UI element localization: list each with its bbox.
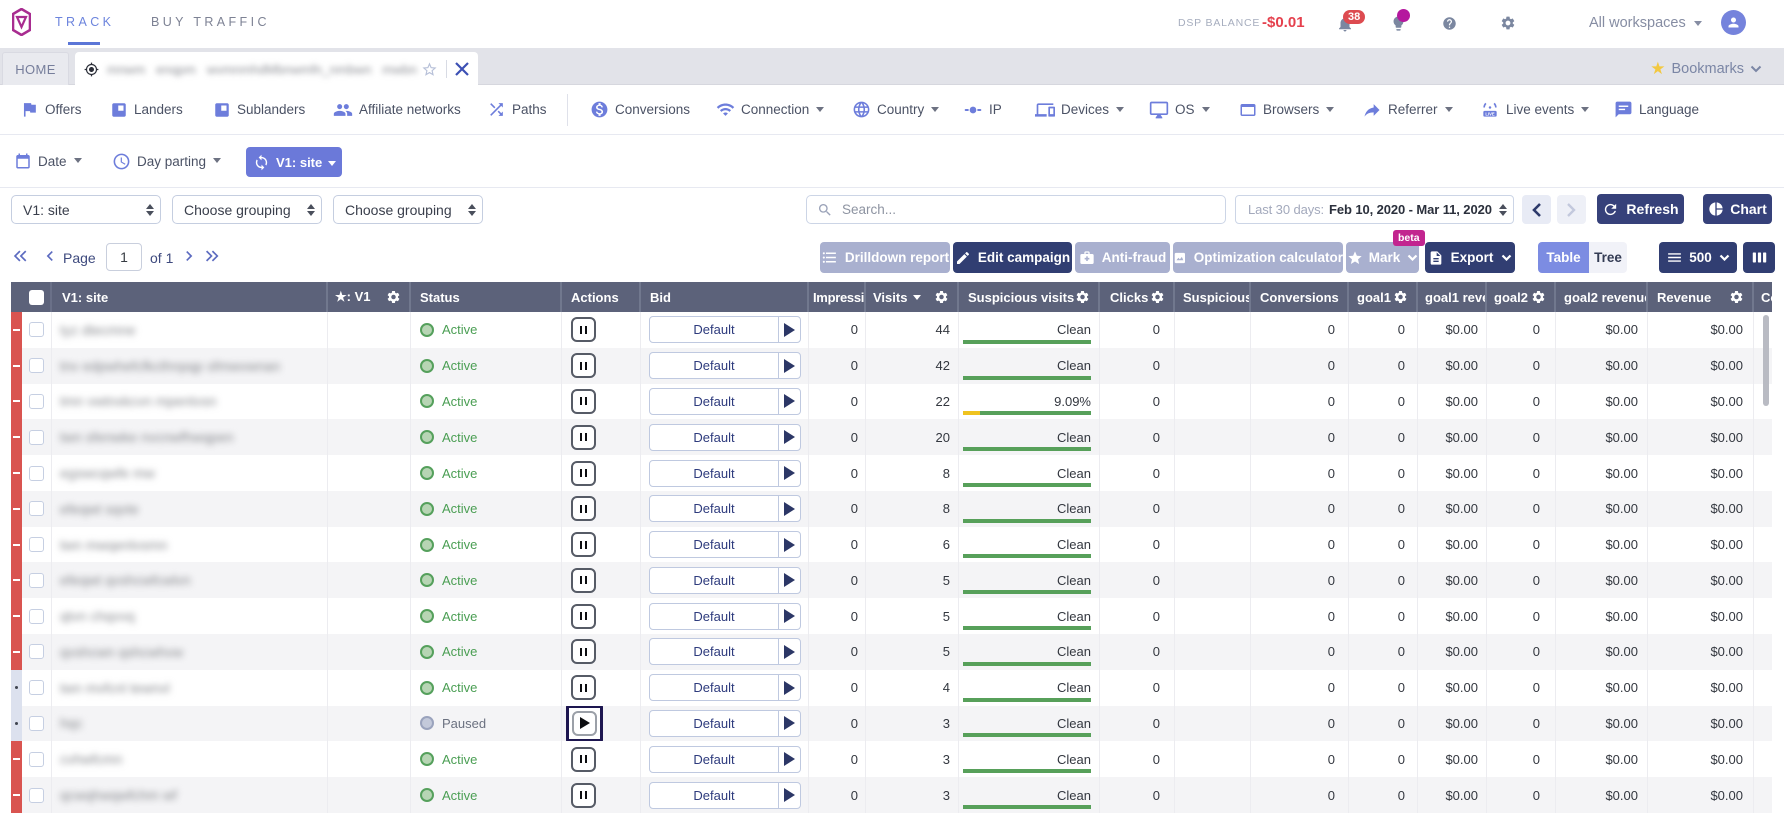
svg-text:LIVE: LIVE [1485, 111, 1494, 116]
